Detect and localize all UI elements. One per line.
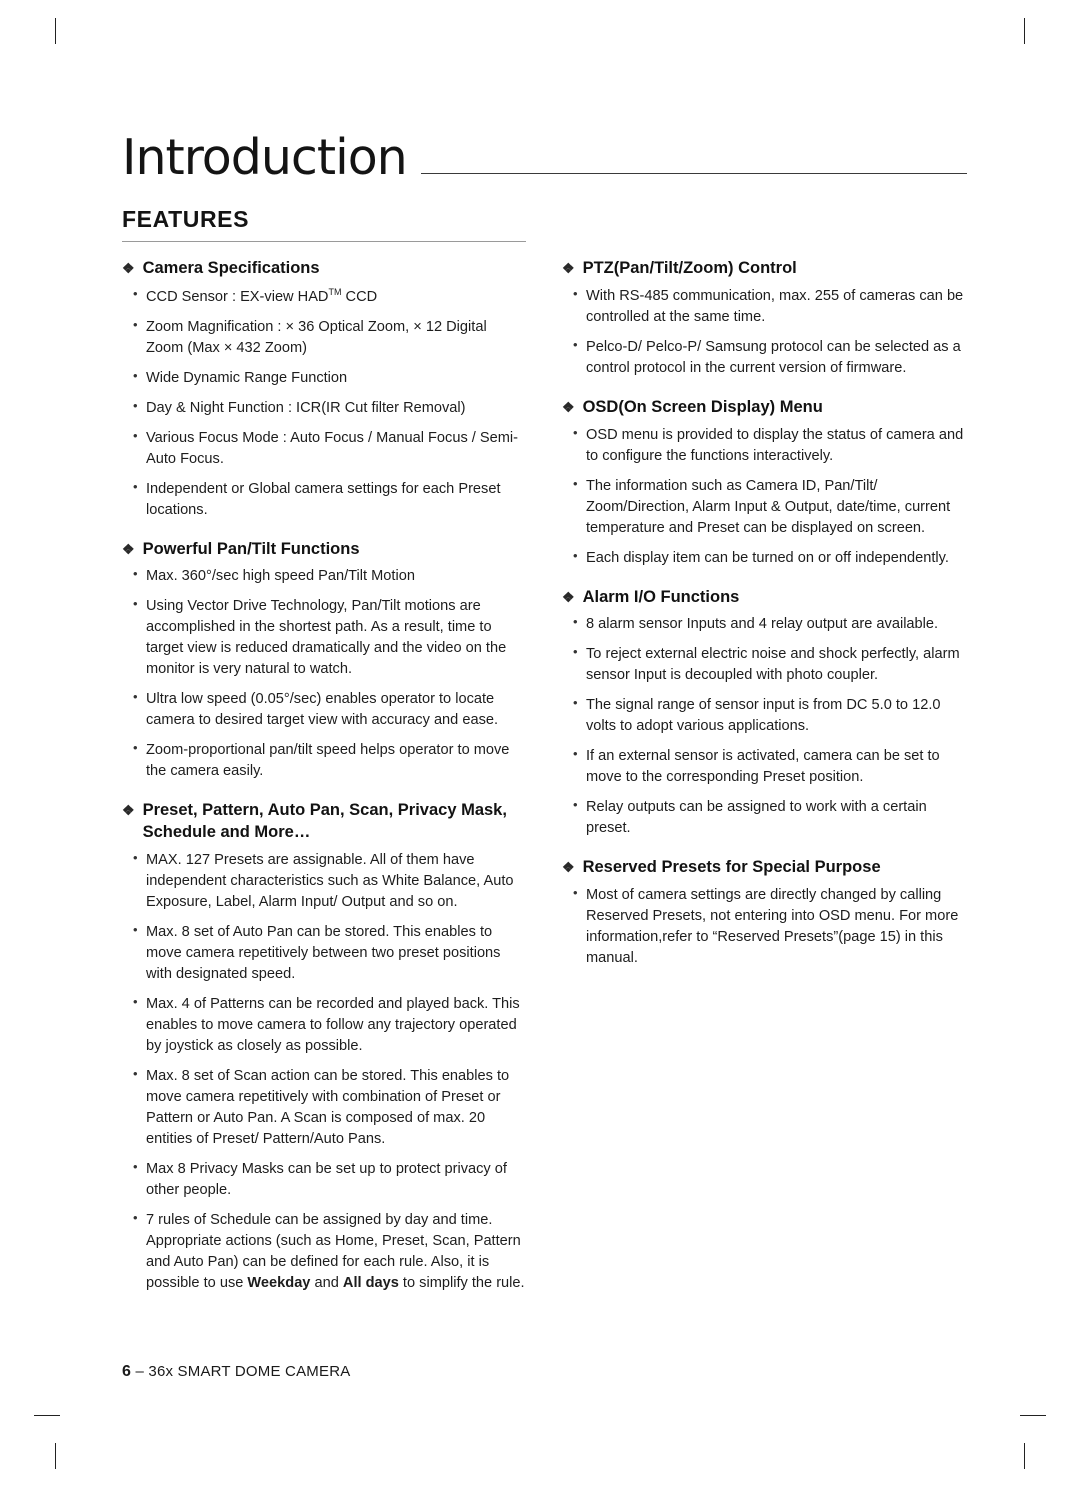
section-title-rule: [122, 241, 526, 242]
list-item: Zoom Magnification : × 36 Optical Zoom, …: [132, 316, 526, 359]
feature-heading-label: OSD(On Screen Display) Menu: [582, 397, 823, 416]
diamond-bullet-icon: ❖: [122, 540, 135, 557]
feature-heading: ❖ PTZ(Pan/Tilt/Zoom) Control: [562, 258, 966, 280]
list-item: 8 alarm sensor Inputs and 4 relay output…: [572, 613, 966, 635]
diamond-bullet-icon: ❖: [562, 260, 575, 276]
feature-heading: ❖ Preset, Pattern, Auto Pan, Scan, Privac…: [122, 800, 526, 844]
right-column: ❖ PTZ(Pan/Tilt/Zoom) Control With RS-485 c…: [562, 258, 966, 1303]
list-item: Max. 360°/sec high speed Pan/Tilt Motion: [132, 565, 526, 587]
feature-bullet-list: OSD menu is provided to display the stat…: [572, 424, 966, 569]
list-item: With RS-485 communication, max. 255 of c…: [572, 285, 966, 328]
feature-bullet-list: Most of camera settings are directly cha…: [572, 884, 966, 969]
list-item: Max. 4 of Patterns can be recorded and p…: [132, 993, 526, 1057]
list-item: Wide Dynamic Range Function: [132, 367, 526, 389]
feature-heading: ❖ Alarm I/O Functions: [562, 587, 966, 609]
feature-heading: ❖ Powerful Pan/Tilt Functions: [122, 539, 526, 561]
section-title: FEATURES: [122, 206, 250, 232]
diamond-bullet-icon: ❖: [562, 859, 575, 876]
feature-heading-label: PTZ(Pan/Tilt/Zoom) Control: [582, 259, 797, 277]
list-item: Using Vector Drive Technology, Pan/Tilt …: [132, 595, 526, 680]
footer-dash: –: [135, 1363, 145, 1380]
feature-heading-label: Reserved Presets for Special Purpose: [582, 858, 881, 877]
list-item: Max. 8 set of Auto Pan can be stored. Th…: [132, 921, 526, 985]
list-item: Each display item can be turned on or of…: [572, 547, 966, 569]
crop-mark-bottom-right-h: [1020, 1415, 1046, 1416]
feature-bullet-list: With RS-485 communication, max. 255 of c…: [572, 285, 966, 379]
feature-heading-label: Alarm I/O Functions: [582, 587, 740, 606]
feature-heading-label: Powerful Pan/Tilt Functions: [142, 539, 360, 558]
crop-mark-bottom-left-v: [55, 1443, 56, 1469]
page-footer: 6 – 36x SMART DOME CAMERA: [122, 1363, 350, 1381]
list-item: The information such as Camera ID, Pan/T…: [572, 475, 966, 539]
crop-mark-bottom-right-v: [1024, 1443, 1025, 1469]
crop-mark-bottom-left-h: [34, 1415, 60, 1416]
page-title: Introduction: [122, 133, 421, 182]
list-item: Ultra low speed (0.05°/sec) enables oper…: [132, 688, 526, 731]
crop-mark-top-right: [1024, 18, 1025, 44]
footer-page-number: 6: [122, 1363, 132, 1380]
list-item: Various Focus Mode : Auto Focus / Manual…: [132, 427, 526, 470]
list-item: CCD Sensor : EX-view HADTM CCD: [132, 285, 526, 308]
list-item: OSD menu is provided to display the stat…: [572, 424, 966, 467]
page: Introduction FEATURES ❖ Camera Specificat…: [0, 0, 1080, 1487]
left-column: ❖ Camera Specifications CCD Sensor : EX-vi…: [122, 258, 526, 1303]
diamond-bullet-icon: ❖: [122, 260, 135, 276]
diamond-bullet-icon: ❖: [122, 802, 135, 819]
list-item: Max. 8 set of Scan action can be stored.…: [132, 1065, 526, 1150]
feature-bullet-list: 8 alarm sensor Inputs and 4 relay output…: [572, 613, 966, 839]
feature-bullet-list: CCD Sensor : EX-view HADTM CCD Zoom Magni…: [132, 285, 526, 521]
list-item: Zoom-proportional pan/tilt speed helps o…: [132, 739, 526, 782]
list-item: Pelco-D/ Pelco-P/ Samsung protocol can b…: [572, 336, 966, 379]
feature-bullet-list: Max. 360°/sec high speed Pan/Tilt Motion…: [132, 565, 526, 782]
feature-heading: ❖ Camera Specifications: [122, 258, 526, 280]
feature-heading-label: Preset, Pattern, Auto Pan, Scan, Privacy…: [142, 801, 507, 842]
list-item: MAX. 127 Presets are assignable. All of …: [132, 849, 526, 913]
two-column-body: ❖ Camera Specifications CCD Sensor : EX-vi…: [122, 258, 967, 1303]
list-item: 7 rules of Schedule can be assigned by d…: [132, 1209, 526, 1294]
feature-heading-label: Camera Specifications: [142, 259, 320, 277]
feature-bullet-list: MAX. 127 Presets are assignable. All of …: [132, 849, 526, 1294]
list-item: Independent or Global camera settings fo…: [132, 478, 526, 521]
crop-mark-top-left: [55, 18, 56, 44]
list-item: Relay outputs can be assigned to work wi…: [572, 796, 966, 839]
footer-product-name: 36x SMART DOME CAMERA: [148, 1363, 351, 1380]
page-content: Introduction FEATURES ❖ Camera Specificat…: [122, 108, 967, 1303]
list-item: Most of camera settings are directly cha…: [572, 884, 966, 969]
list-item: Day & Night Function : ICR(IR Cut filter…: [132, 397, 526, 419]
list-item: The signal range of sensor input is from…: [572, 694, 966, 737]
feature-heading: ❖ Reserved Presets for Special Purpose: [562, 857, 966, 879]
list-item: Max 8 Privacy Masks can be set up to pro…: [132, 1158, 526, 1201]
chapter-header: Introduction: [122, 108, 967, 182]
list-item: To reject external electric noise and sh…: [572, 643, 966, 686]
diamond-bullet-icon: ❖: [562, 398, 575, 415]
diamond-bullet-icon: ❖: [562, 588, 575, 605]
list-item: If an external sensor is activated, came…: [572, 745, 966, 788]
feature-heading: ❖ OSD(On Screen Display) Menu: [562, 397, 966, 419]
